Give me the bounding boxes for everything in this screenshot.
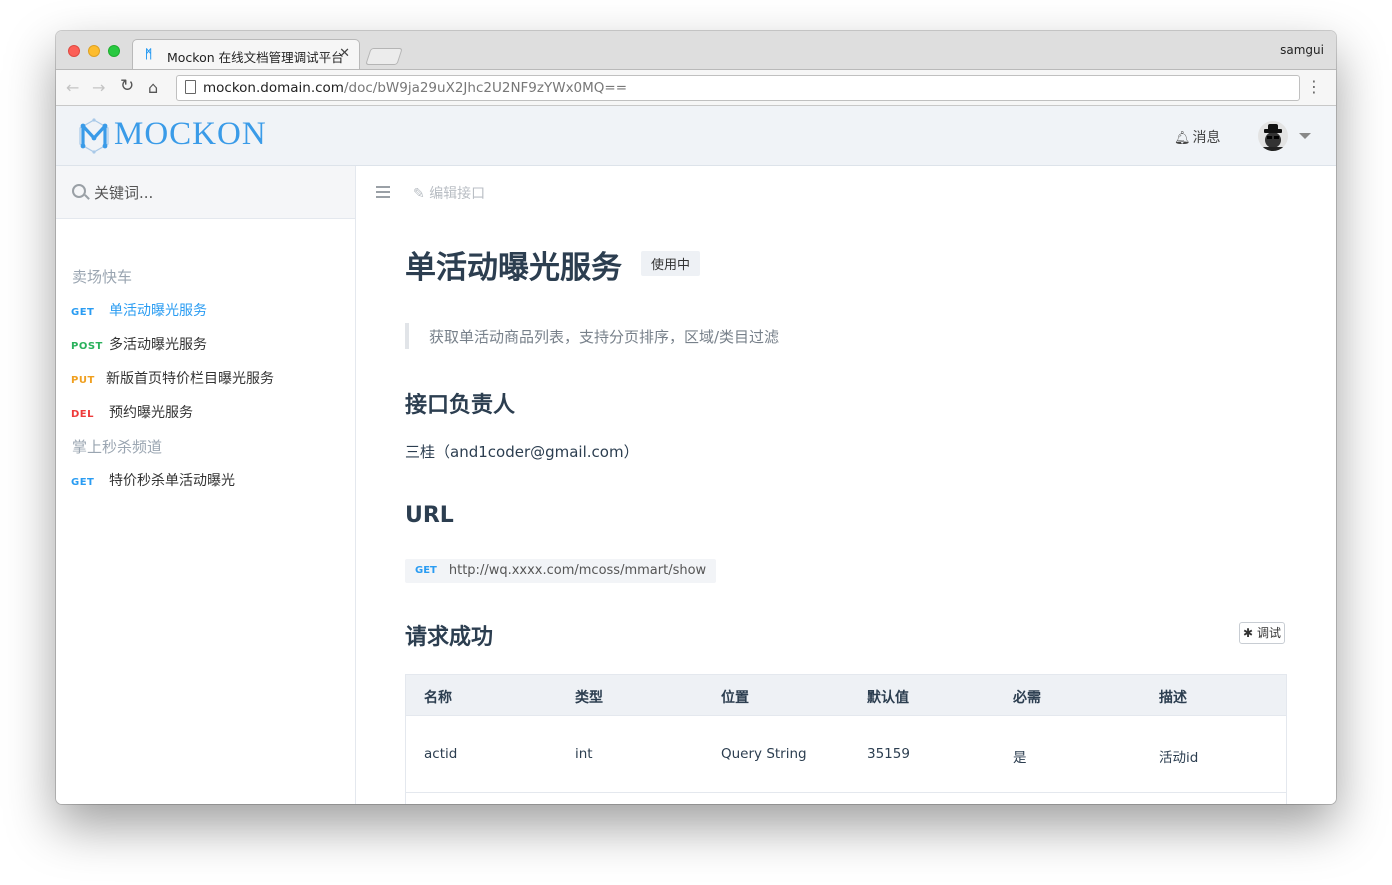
url-text: http://wq.xxxx.com/mcoss/mmart/show [448,563,707,578]
table-row: actid int Query String 35159 是 活动id [406,715,1286,792]
bug-icon: ✱ [1243,626,1254,640]
edit-label: 编辑接口 [429,186,486,202]
title-bar: ᛗ Mockon 在线文档管理调试平台 ✕ samgui [56,31,1336,69]
address-url[interactable]: mockon.domain.com/doc/bW9ja29uX2Jhc2U2NF… [203,80,627,96]
column-header: 默认值 [867,690,909,706]
profile-name[interactable]: samgui [1280,43,1324,57]
reload-icon[interactable]: ↻ [120,76,134,96]
app-header: MOCKON 🔔︎ 消息 [56,106,1336,166]
method-badge: GET [415,565,437,576]
close-window-button[interactable] [68,45,80,57]
content-toolbar: ✎ 编辑接口 [356,166,1336,218]
sidebar: 卖场快车 GET 单活动曝光服务 POST 多活动曝光服务 PUT 新版首页特价栏目曝… [56,166,356,804]
sidebar-api-item[interactable]: PUT 新版首页特价栏目曝光服务 [71,368,274,388]
table-cell: Query String [721,746,807,762]
main-content: ✎ 编辑接口 单活动曝光服务 使用中 获取单活动商品列表，支持分页排序，区域/类… [356,166,1336,804]
sidebar-api-label: 特价秒杀单活动曝光 [109,473,235,489]
column-header: 必需 [1013,690,1041,706]
table-row [406,792,1286,804]
sidebar-api-item[interactable]: POST 多活动曝光服务 [71,334,207,354]
tab-close-icon[interactable]: ✕ [339,46,350,61]
table-cell: 35159 [867,746,910,762]
sidebar-api-item[interactable]: GET 特价秒杀单活动曝光 [71,470,235,490]
browser-window: ᛗ Mockon 在线文档管理调试平台 ✕ samgui ← → ↻ ⌂ moc… [56,31,1336,804]
method-badge: PUT [71,375,95,386]
page-title: 单活动曝光服务 [405,250,622,286]
page-icon [185,80,196,94]
address-bar[interactable]: mockon.domain.com/doc/bW9ja29uX2Jhc2U2NF… [176,75,1300,101]
method-badge: POST [71,341,103,352]
table-cell: actid [424,746,458,762]
messages-label: 消息 [1192,130,1221,146]
caret-down-icon[interactable] [1299,133,1311,139]
home-icon[interactable]: ⌂ [148,78,158,97]
sidebar-api-label: 预约曝光服务 [109,405,193,421]
sidebar-api-label: 新版首页特价栏目曝光服务 [106,371,274,387]
browser-tab[interactable]: ᛗ Mockon 在线文档管理调试平台 ✕ [132,39,360,69]
url-heading: URL [405,503,454,528]
tab-title: Mockon 在线文档管理调试平台 [167,50,344,65]
avatar[interactable] [1258,121,1288,151]
table-cell: int [575,746,593,762]
edit-icon: ✎ [413,186,430,202]
favicon-icon: ᛗ [145,47,153,61]
success-heading: 请求成功 [405,625,494,650]
sidebar-search [56,166,355,219]
column-header: 名称 [424,690,452,706]
forward-icon[interactable]: → [92,78,105,97]
messages-link[interactable]: 🔔︎ 消息 [1174,127,1221,147]
sidebar-api-item[interactable]: DEL 预约曝光服务 [71,402,193,422]
method-badge: GET [71,477,95,488]
debug-button[interactable]: ✱ 调试 [1239,622,1285,644]
minimize-window-button[interactable] [88,45,100,57]
browser-toolbar: ← → ↻ ⌂ mockon.domain.com/doc/bW9ja29uX2… [56,69,1336,106]
sidebar-api-label: 多活动曝光服务 [109,337,207,353]
sidebar-group-title[interactable]: 掌上秒杀频道 [72,436,162,457]
column-header: 描述 [1159,690,1187,706]
table-header: 名称 类型 位置 默认值 必需 描述 [406,675,1286,715]
logo-text: MOCKON [114,116,267,152]
sidebar-api-item[interactable]: GET 单活动曝光服务 [71,300,207,320]
debug-label: 调试 [1256,626,1281,640]
search-input[interactable] [92,180,336,206]
new-tab-button[interactable] [365,48,403,65]
logo-mark-icon [79,118,109,154]
table-cell: 活动id [1159,750,1199,766]
status-badge: 使用中 [641,251,701,276]
bell-icon: 🔔︎ [1174,131,1191,146]
sidebar-group-title[interactable]: 卖场快车 [72,266,132,287]
owner-heading: 接口负责人 [405,393,516,418]
column-header: 类型 [575,690,603,706]
column-header: 位置 [721,690,749,706]
zoom-window-button[interactable] [108,45,120,57]
owner-text: 三桂（and1coder@gmail.com） [405,443,639,461]
back-icon[interactable]: ← [66,78,79,97]
avatar-icon [1262,124,1284,151]
browser-menu-icon[interactable]: ⋮ [1306,77,1322,96]
sidebar-api-label: 单活动曝光服务 [109,303,207,319]
menu-icon[interactable] [376,186,390,201]
table-cell: 是 [1013,750,1027,766]
description-text: 获取单活动商品列表，支持分页排序，区域/类目过滤 [429,328,780,346]
params-table: 名称 类型 位置 默认值 必需 描述 actid int Query Strin… [405,674,1287,804]
method-badge: GET [71,307,95,318]
search-icon [72,184,86,198]
description-quote: 获取单活动商品列表，支持分页排序，区域/类目过滤 [405,323,1289,349]
method-badge: DEL [71,409,95,420]
url-path: /doc/bW9ja29uX2Jhc2U2NF9zYWx0MQ== [343,80,628,96]
url-host: mockon.domain.com [203,80,344,96]
edit-api-link[interactable]: ✎ 编辑接口 [413,183,485,203]
url-chip: GET http://wq.xxxx.com/mcoss/mmart/show [405,559,717,583]
